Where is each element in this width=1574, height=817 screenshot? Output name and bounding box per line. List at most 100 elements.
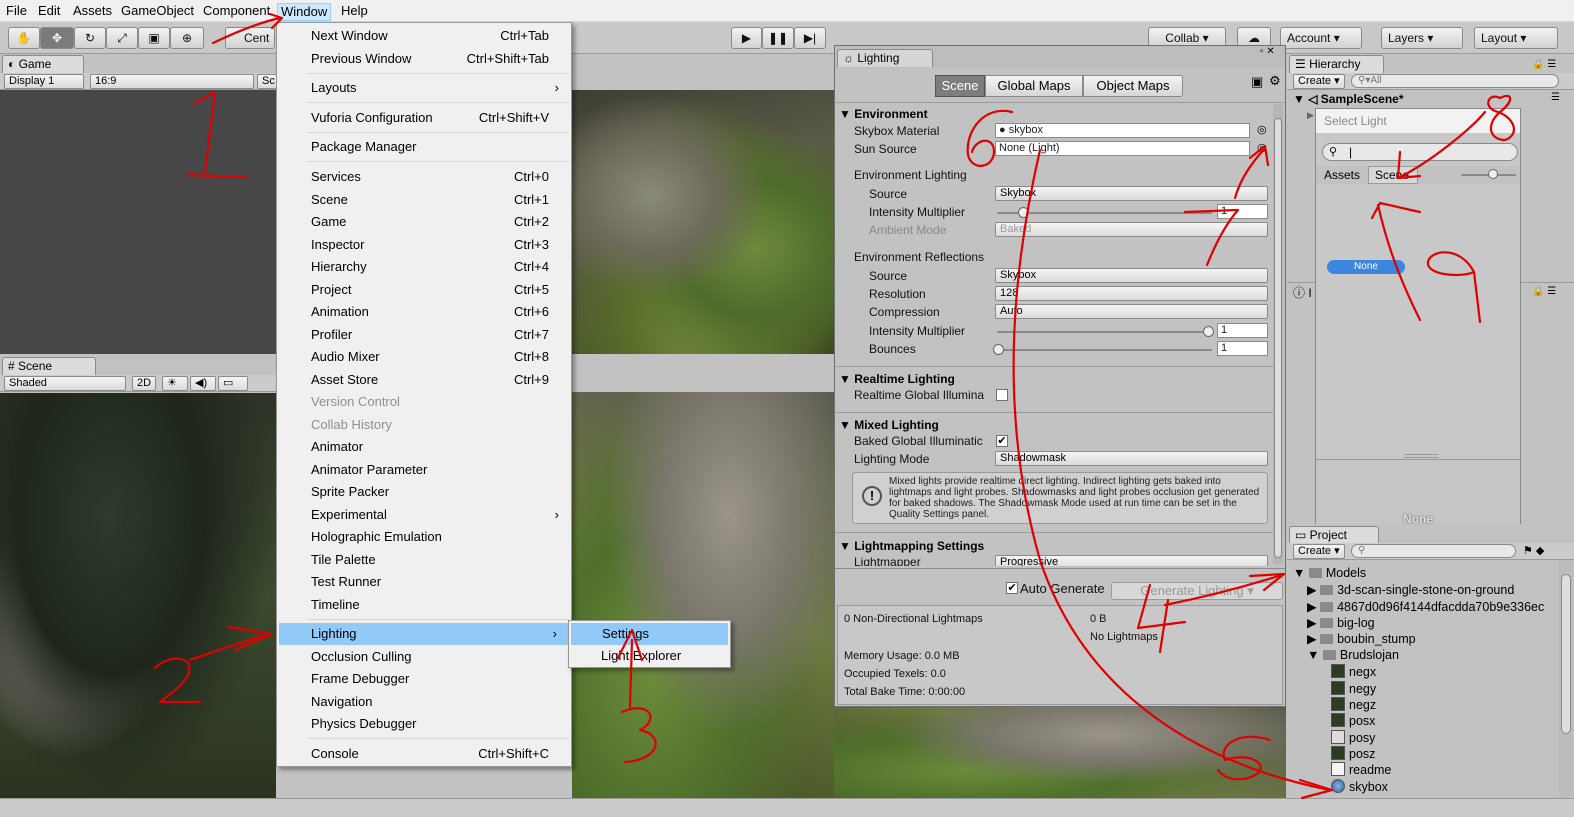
lightmapper-dropdown[interactable]: Progressive (995, 555, 1268, 566)
menu-item-test-runner[interactable]: Test Runner (277, 571, 571, 593)
scene-root[interactable]: ▼ ◁ SampleScene* (1293, 92, 1404, 106)
menu-edit[interactable]: Edit (35, 3, 63, 21)
tree-item-texture[interactable]: negz (1331, 697, 1376, 712)
menu-item-next-window[interactable]: Next Window Ctrl+Tab (277, 25, 571, 47)
scale-tool-button[interactable]: ⤢ (106, 27, 138, 49)
scene-menu-icon[interactable]: ☰ (1551, 92, 1560, 103)
menu-item-sprite-packer[interactable]: Sprite Packer (277, 481, 571, 503)
scene-view[interactable] (0, 393, 276, 798)
play-button[interactable]: ▶ (731, 27, 762, 49)
pause-button[interactable]: ❚❚ (762, 27, 794, 49)
menu-item-audio-mixer[interactable]: Audio Mixer Ctrl+8 (277, 346, 571, 368)
tree-item-folder[interactable]: ▶ 4867d0d96f4144dfacdda70b9e336ec (1307, 599, 1557, 614)
menu-item-animator[interactable]: Animator (277, 436, 571, 458)
tree-item-texture[interactable]: posx (1331, 713, 1375, 728)
resize-handle[interactable] (1404, 454, 1438, 458)
tab-object-maps[interactable]: Object Maps (1083, 75, 1183, 97)
gear-icon[interactable]: ⚙ (1269, 73, 1281, 89)
menu-item-inspector[interactable]: Inspector Ctrl+3 (277, 234, 571, 256)
skybox-field[interactable]: ● skybox (995, 123, 1250, 138)
menu-item-holographic[interactable]: Holographic Emulation (277, 526, 571, 548)
source-dropdown[interactable]: Skybox (995, 186, 1268, 201)
tab-game[interactable]: ◐ Game (2, 55, 84, 73)
tab-hierarchy[interactable]: ☰ Hierarchy (1289, 55, 1384, 73)
menu-item-vuforia[interactable]: Vuforia Configuration Ctrl+Shift+V (277, 107, 571, 129)
compression-dropdown[interactable]: Auto (995, 304, 1268, 319)
tree-item-texture[interactable]: posz (1331, 746, 1375, 761)
realtime-header[interactable]: ▼ Realtime Lighting (839, 372, 955, 386)
lighting-toggle[interactable]: ☀ (162, 376, 188, 391)
transform-tool-button[interactable]: ⊕ (170, 27, 204, 49)
sun-source-field[interactable]: None (Light) (995, 141, 1250, 156)
project-scrollbar[interactable] (1559, 560, 1573, 800)
preview-size-knob[interactable] (1488, 169, 1498, 179)
sun-picker-icon[interactable]: ◎ (1257, 141, 1267, 154)
submenu-item-light-explorer[interactable]: Light Explorer (569, 645, 729, 667)
bounces-knob[interactable] (993, 344, 1004, 355)
lighting-scrollbar[interactable] (1273, 104, 1283, 564)
refl-source-dropdown[interactable]: Skybox (995, 268, 1268, 283)
resolution-dropdown[interactable]: 128 (995, 286, 1268, 301)
account-dropdown[interactable]: Account ▾ (1280, 27, 1362, 49)
tab-lighting-scene[interactable]: Scene (935, 75, 985, 97)
expand-icon[interactable]: ▶ (1307, 110, 1314, 121)
tree-item-texture[interactable]: negx (1331, 664, 1376, 679)
tab-global-maps[interactable]: Global Maps (985, 75, 1083, 97)
menu-gameobject[interactable]: GameObject (118, 3, 197, 21)
menu-item-tile-palette[interactable]: Tile Palette (277, 549, 571, 571)
tab-scene[interactable]: # Scene (2, 357, 96, 375)
intensity-knob[interactable] (1018, 207, 1029, 218)
audio-toggle[interactable]: ◀) (190, 376, 216, 391)
menu-item-game[interactable]: Game Ctrl+2 (277, 211, 571, 233)
lightmapping-header[interactable]: ▼ Lightmapping Settings (839, 539, 984, 553)
menu-item-console[interactable]: Console Ctrl+Shift+C (277, 743, 571, 765)
menu-item-frame-debugger[interactable]: Frame Debugger (277, 668, 571, 690)
mode-2d-toggle[interactable]: 2D (132, 376, 156, 391)
baked-gi-checkbox[interactable]: ✔ (996, 435, 1008, 447)
inspector-lock-icon[interactable]: 🔒 ☰ (1532, 286, 1556, 297)
refl-intensity-knob[interactable] (1203, 326, 1214, 337)
scrollbar-thumb[interactable] (1274, 118, 1282, 558)
scrollbar-thumb[interactable] (1561, 574, 1571, 734)
tab-scene-objects[interactable]: Scene (1368, 166, 1418, 184)
tab-assets[interactable]: Assets (1324, 168, 1360, 182)
rotate-tool-button[interactable]: ↻ (74, 27, 106, 49)
realtime-gi-checkbox[interactable] (996, 389, 1008, 401)
lighting-mode-dropdown[interactable]: Shadowmask (995, 451, 1268, 466)
tab-lighting[interactable]: ☼ Lighting (837, 49, 933, 67)
refl-intensity-field[interactable]: 1 (1217, 323, 1268, 338)
intensity-slider[interactable] (997, 212, 1212, 214)
refl-intensity-slider[interactable] (997, 331, 1212, 333)
menu-item-lighting[interactable]: Lighting › (279, 623, 569, 645)
tree-item-folder[interactable]: ▼ Models (1293, 566, 1366, 580)
tree-item-material[interactable]: skybox (1331, 779, 1388, 794)
menu-item-layouts[interactable]: Layouts › (277, 77, 571, 99)
menu-window[interactable]: Window (277, 3, 332, 21)
generate-lighting-button[interactable]: Generate Lighting ▾ (1111, 582, 1283, 600)
menu-assets[interactable]: Assets (70, 3, 115, 21)
submenu-item-settings[interactable]: Settings (571, 623, 728, 645)
menu-item-scene[interactable]: Scene Ctrl+1 (277, 189, 571, 211)
help-icon[interactable]: ▣ (1251, 74, 1263, 90)
intensity-field[interactable]: 1 (1217, 204, 1268, 219)
tab-project[interactable]: ▭ Project (1289, 526, 1379, 544)
menu-file[interactable]: File (3, 3, 30, 21)
none-item[interactable]: None (1327, 260, 1405, 274)
display-dropdown[interactable]: Display 1 (4, 74, 84, 89)
tree-item-texture[interactable]: posy (1331, 730, 1375, 745)
project-search-input[interactable]: ⚲ (1351, 544, 1516, 558)
menu-item-experimental[interactable]: Experimental › (277, 504, 571, 526)
picker-search-input[interactable]: ⚲ | (1322, 143, 1518, 161)
menu-item-navigation[interactable]: Navigation (277, 691, 571, 713)
bounces-slider[interactable] (997, 349, 1212, 351)
tree-item-texture[interactable]: negy (1331, 681, 1376, 696)
hierarchy-create-dropdown[interactable]: Create ▾ (1293, 74, 1345, 89)
menu-component[interactable]: Component (200, 3, 273, 21)
menu-item-asset-store[interactable]: Asset Store Ctrl+9 (277, 369, 571, 391)
pivot-button[interactable]: Cent (225, 27, 275, 49)
menu-item-package-manager[interactable]: Package Manager (277, 136, 571, 158)
game-view[interactable] (0, 90, 276, 354)
rect-tool-button[interactable]: ▣ (138, 27, 170, 49)
menu-help[interactable]: Help (338, 3, 371, 21)
menu-item-animation[interactable]: Animation Ctrl+6 (277, 301, 571, 323)
